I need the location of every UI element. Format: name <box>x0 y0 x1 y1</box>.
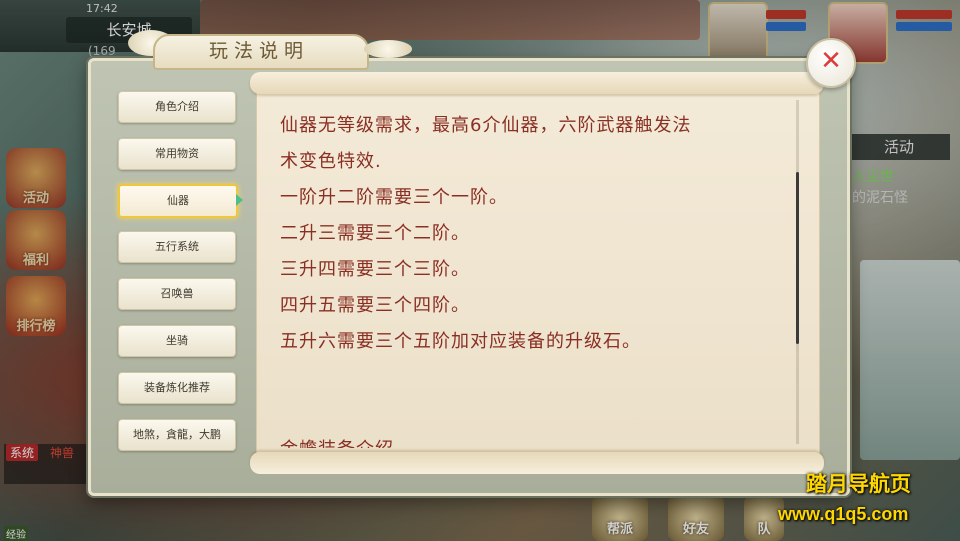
content-line: 三升四需要三个三阶。 <box>280 259 470 280</box>
content-line: 金蟾装备介绍 <box>280 432 796 448</box>
menu-item-five-elements[interactable]: 五行系统 <box>118 231 236 263</box>
menu-item-summon-beast[interactable]: 召唤兽 <box>118 278 236 310</box>
menu-item-mount[interactable]: 坐骑 <box>118 325 236 357</box>
dialog-title: 玩法说明 <box>208 40 309 62</box>
active-indicator-icon <box>236 194 243 206</box>
content-line <box>280 360 796 396</box>
rules-content[interactable]: 仙器无等级需求，最高6介仙器，六阶武器触发法 术变色特效. 一阶升二阶需要三个一… <box>280 108 796 448</box>
close-button[interactable]: ✕ <box>806 38 856 88</box>
cloud-decoration-icon <box>364 40 412 58</box>
menu-item-character[interactable]: 角色介绍 <box>118 91 236 123</box>
menu-item-bosses[interactable]: 地煞，貪龍，大鹏 <box>118 419 236 451</box>
scroll-bottom-roll <box>250 452 824 474</box>
menu-item-artifact[interactable]: 仙器 <box>118 184 238 218</box>
content-line <box>280 396 796 432</box>
menu-item-equipment-refine[interactable]: 装备炼化推荐 <box>118 372 236 404</box>
close-icon: ✕ <box>820 46 842 76</box>
content-line: 仙器无等级需求，最高6介仙器，六阶武器触发法 <box>280 115 692 136</box>
scroll-top-roll <box>250 72 824 94</box>
scrollbar-thumb[interactable] <box>796 172 799 344</box>
content-line: 一阶升二阶需要三个一阶。 <box>280 187 508 208</box>
watermark-title: 踏月导航页 <box>806 473 911 496</box>
content-line: 四升五需要三个四阶。 <box>280 295 470 316</box>
content-line: 五升六需要三个五阶加对应装备的升级石。 <box>280 331 641 352</box>
watermark-url: www.q1q5.com <box>778 504 909 524</box>
content-line: 二升三需要三个二阶。 <box>280 223 470 244</box>
menu-item-supplies[interactable]: 常用物资 <box>118 138 236 170</box>
content-line: 术变色特效. <box>280 151 382 172</box>
